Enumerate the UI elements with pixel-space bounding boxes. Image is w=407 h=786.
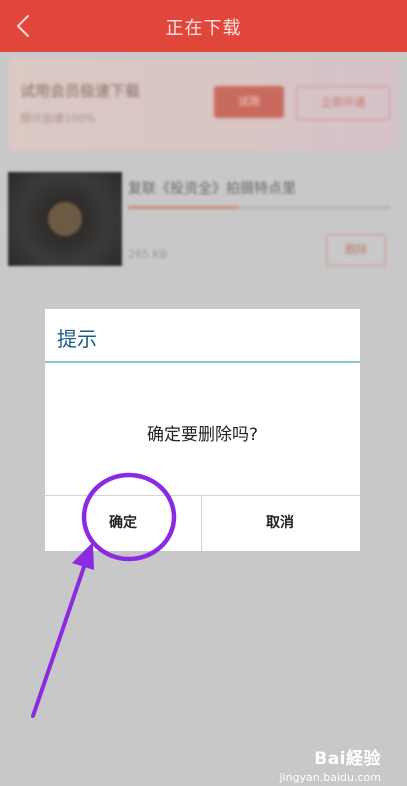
app-header: 正在下载	[0, 0, 407, 52]
promo-trial-button[interactable]: 试用	[214, 86, 284, 118]
download-item-name: 复联《投资全》拍摄特点里	[128, 181, 296, 197]
page-title: 正在下载	[165, 18, 242, 39]
cancel-button[interactable]: 取消	[202, 496, 358, 551]
download-item: 复联《投资全》拍摄特点里 265 KB 删除	[6, 168, 400, 272]
confirm-button[interactable]: 确定	[45, 496, 201, 551]
download-item-size: 265 KB	[128, 248, 168, 261]
arrow-shaft	[31, 556, 89, 718]
watermark-url: jingyan.baidu.com	[279, 771, 381, 784]
dialog-message: 确定要删除吗?	[146, 425, 259, 445]
delete-item-button[interactable]: 删除	[326, 234, 386, 266]
confirm-dialog: 提示 确定要删除吗? 确定 取消	[45, 309, 360, 551]
video-thumbnail	[8, 172, 122, 266]
watermark-logo: Bai経验	[314, 749, 381, 769]
baidu-watermark: Bai経验 jingyan.baidu.com	[279, 744, 381, 784]
promo-title: 试用会员极速下载	[20, 82, 141, 100]
dialog-title-divider	[45, 361, 360, 363]
download-progress-bar	[128, 206, 390, 209]
dialog-title: 提示	[57, 327, 97, 351]
promo-subscribe-button[interactable]: 立即开通	[296, 86, 390, 120]
download-progress-fill	[128, 206, 239, 209]
vip-promo-banner: 试用会员极速下载 预计加速100% 试用 立即开通	[8, 58, 398, 150]
promo-subtitle: 预计加速100%	[20, 112, 96, 125]
